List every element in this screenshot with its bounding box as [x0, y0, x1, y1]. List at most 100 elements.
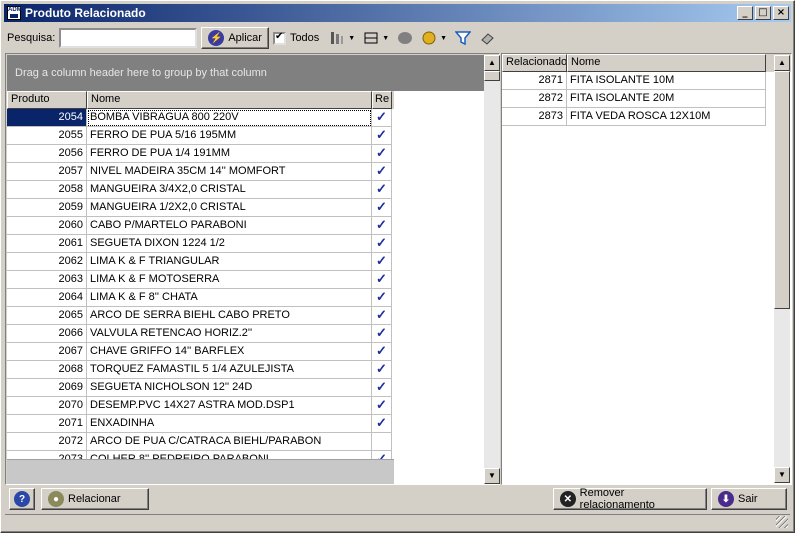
- table-row[interactable]: 2070 DESEMP.PVC 14X27 ASTRA MOD.DSP1 ✓: [7, 397, 394, 415]
- table-row[interactable]: 2060 CABO P/MARTELO PARABONI ✓: [7, 217, 394, 235]
- cell-relacionado[interactable]: 2871: [502, 72, 567, 90]
- table-row[interactable]: 2058 MANGUEIRA 3/4X2,0 CRISTAL ✓: [7, 181, 394, 199]
- cell-produto[interactable]: 2060: [7, 217, 87, 235]
- table-row[interactable]: 2057 NIVEL MADEIRA 35CM 14'' MOMFORT ✓: [7, 163, 394, 181]
- maximize-button[interactable]: □: [755, 6, 771, 20]
- help-button[interactable]: ?: [9, 488, 35, 510]
- cell-produto[interactable]: 2055: [7, 127, 87, 145]
- cell-re-checkbox[interactable]: ✓: [372, 379, 392, 397]
- cell-nome[interactable]: FITA ISOLANTE 20M: [567, 90, 766, 108]
- table-row[interactable]: 2054 BOMBA VIBRAGUA 800 220V ✓: [7, 109, 394, 127]
- cell-re-checkbox[interactable]: ✓: [372, 271, 392, 289]
- todos-checkbox[interactable]: [272, 31, 286, 45]
- apply-button[interactable]: ⚡ Aplicar: [201, 27, 269, 49]
- cell-produto[interactable]: 2062: [7, 253, 87, 271]
- scroll-down-icon[interactable]: ▼: [484, 468, 500, 484]
- table-row[interactable]: 2873 FITA VEDA ROSCA 12X10M: [502, 108, 791, 126]
- layout-icon[interactable]: ▼: [363, 30, 389, 46]
- cell-nome[interactable]: ARCO DE SERRA BIEHL CABO PRETO: [87, 307, 372, 325]
- table-row[interactable]: 2067 CHAVE GRIFFO 14'' BARFLEX ✓: [7, 343, 394, 361]
- resize-grip-icon[interactable]: [776, 516, 788, 528]
- cell-nome[interactable]: MANGUEIRA 3/4X2,0 CRISTAL: [87, 181, 372, 199]
- cell-nome[interactable]: SEGUETA NICHOLSON 12'' 24D: [87, 379, 372, 397]
- cell-nome[interactable]: FERRO DE PUA 1/4 191MM: [87, 145, 372, 163]
- close-button[interactable]: ×: [773, 6, 789, 20]
- minimize-button[interactable]: _: [737, 6, 753, 20]
- cell-produto[interactable]: 2066: [7, 325, 87, 343]
- cell-produto[interactable]: 2057: [7, 163, 87, 181]
- cell-re-checkbox[interactable]: ✓: [372, 253, 392, 271]
- cell-nome[interactable]: COLHER 8'' PEDREIRO PARABONI: [87, 451, 372, 459]
- cell-produto[interactable]: 2058: [7, 181, 87, 199]
- cell-re-checkbox[interactable]: ✓: [372, 199, 392, 217]
- cell-re-checkbox[interactable]: ✓: [372, 415, 392, 433]
- app-icon[interactable]: ADM: [7, 6, 22, 20]
- cell-produto[interactable]: 2059: [7, 199, 87, 217]
- cell-nome[interactable]: SEGUETA DIXON 1224 1/2: [87, 235, 372, 253]
- chevron-down-icon[interactable]: ▼: [440, 35, 447, 42]
- cell-nome[interactable]: FITA ISOLANTE 10M: [567, 72, 766, 90]
- sair-button[interactable]: ⬇ Sair: [711, 488, 787, 510]
- table-row[interactable]: 2069 SEGUETA NICHOLSON 12'' 24D ✓: [7, 379, 394, 397]
- cell-re-checkbox[interactable]: ✓: [372, 109, 392, 127]
- cell-produto[interactable]: 2063: [7, 271, 87, 289]
- relacionar-button[interactable]: ● Relacionar: [41, 488, 149, 510]
- cell-re-checkbox[interactable]: ✓: [372, 451, 392, 459]
- column-header-re[interactable]: Re: [372, 91, 392, 109]
- cell-relacionado[interactable]: 2873: [502, 108, 567, 126]
- columns-icon[interactable]: ▼: [329, 30, 355, 46]
- cell-nome[interactable]: LIMA K & F 8'' CHATA: [87, 289, 372, 307]
- cell-produto[interactable]: 2064: [7, 289, 87, 307]
- scroll-thumb[interactable]: [774, 71, 790, 309]
- cell-re-checkbox[interactable]: ✓: [372, 343, 392, 361]
- cell-produto[interactable]: 2069: [7, 379, 87, 397]
- cell-re-checkbox[interactable]: ✓: [372, 397, 392, 415]
- cell-produto[interactable]: 2068: [7, 361, 87, 379]
- cell-produto[interactable]: 2071: [7, 415, 87, 433]
- cell-re-checkbox[interactable]: ✓: [372, 217, 392, 235]
- left-scrollbar[interactable]: ▲ ▼: [484, 55, 500, 484]
- cell-re-checkbox[interactable]: ✓: [372, 163, 392, 181]
- cell-re-checkbox[interactable]: ✓: [372, 361, 392, 379]
- table-row[interactable]: 2062 LIMA K & F TRIANGULAR ✓: [7, 253, 394, 271]
- table-row[interactable]: 2872 FITA ISOLANTE 20M: [502, 90, 791, 108]
- cell-nome[interactable]: ENXADINHA: [87, 415, 372, 433]
- cell-re-checkbox[interactable]: ✓: [372, 325, 392, 343]
- cell-nome[interactable]: MANGUEIRA 1/2X2,0 CRISTAL: [87, 199, 372, 217]
- scroll-thumb[interactable]: [484, 71, 500, 81]
- cell-nome[interactable]: NIVEL MADEIRA 35CM 14'' MOMFORT: [87, 163, 372, 181]
- cell-nome[interactable]: BOMBA VIBRAGUA 800 220V: [87, 109, 372, 127]
- column-header-nome[interactable]: Nome: [567, 54, 766, 72]
- group-by-panel[interactable]: Drag a column header here to group by th…: [7, 55, 484, 91]
- table-row[interactable]: 2056 FERRO DE PUA 1/4 191MM ✓: [7, 145, 394, 163]
- cell-re-checkbox[interactable]: [372, 433, 392, 451]
- search-input[interactable]: [59, 28, 198, 48]
- cell-re-checkbox[interactable]: ✓: [372, 289, 392, 307]
- cell-re-checkbox[interactable]: ✓: [372, 181, 392, 199]
- cell-re-checkbox[interactable]: ✓: [372, 145, 392, 163]
- cell-produto[interactable]: 2067: [7, 343, 87, 361]
- scroll-up-icon[interactable]: ▲: [774, 55, 790, 71]
- cell-nome[interactable]: LIMA K & F MOTOSERRA: [87, 271, 372, 289]
- circle-icon[interactable]: [397, 30, 413, 46]
- cell-re-checkbox[interactable]: ✓: [372, 307, 392, 325]
- table-row[interactable]: 2065 ARCO DE SERRA BIEHL CABO PRETO ✓: [7, 307, 394, 325]
- table-row[interactable]: 2072 ARCO DE PUA C/CATRACA BIEHL/PARABON: [7, 433, 394, 451]
- cell-produto[interactable]: 2072: [7, 433, 87, 451]
- right-scrollbar[interactable]: ▲ ▼: [774, 55, 790, 483]
- filter-icon[interactable]: [455, 30, 472, 46]
- table-row[interactable]: 2071 ENXADINHA ✓: [7, 415, 394, 433]
- table-row[interactable]: 2073 COLHER 8'' PEDREIRO PARABONI ✓: [7, 451, 394, 459]
- remover-button[interactable]: ✕ Remover relacionamento: [553, 487, 707, 511]
- cell-re-checkbox[interactable]: ✓: [372, 235, 392, 253]
- chevron-down-icon[interactable]: ▼: [382, 35, 389, 42]
- title-bar[interactable]: ADM Produto Relacionado _ □ ×: [4, 4, 791, 22]
- column-header-relacionado[interactable]: Relacionado: [502, 54, 567, 72]
- cell-produto[interactable]: 2070: [7, 397, 87, 415]
- cell-nome[interactable]: DESEMP.PVC 14X27 ASTRA MOD.DSP1: [87, 397, 372, 415]
- cell-re-checkbox[interactable]: ✓: [372, 127, 392, 145]
- table-row[interactable]: 2063 LIMA K & F MOTOSERRA ✓: [7, 271, 394, 289]
- cell-nome[interactable]: VALVULA RETENCAO HORIZ.2'': [87, 325, 372, 343]
- table-row[interactable]: 2055 FERRO DE PUA 5/16 195MM ✓: [7, 127, 394, 145]
- table-row[interactable]: 2061 SEGUETA DIXON 1224 1/2 ✓: [7, 235, 394, 253]
